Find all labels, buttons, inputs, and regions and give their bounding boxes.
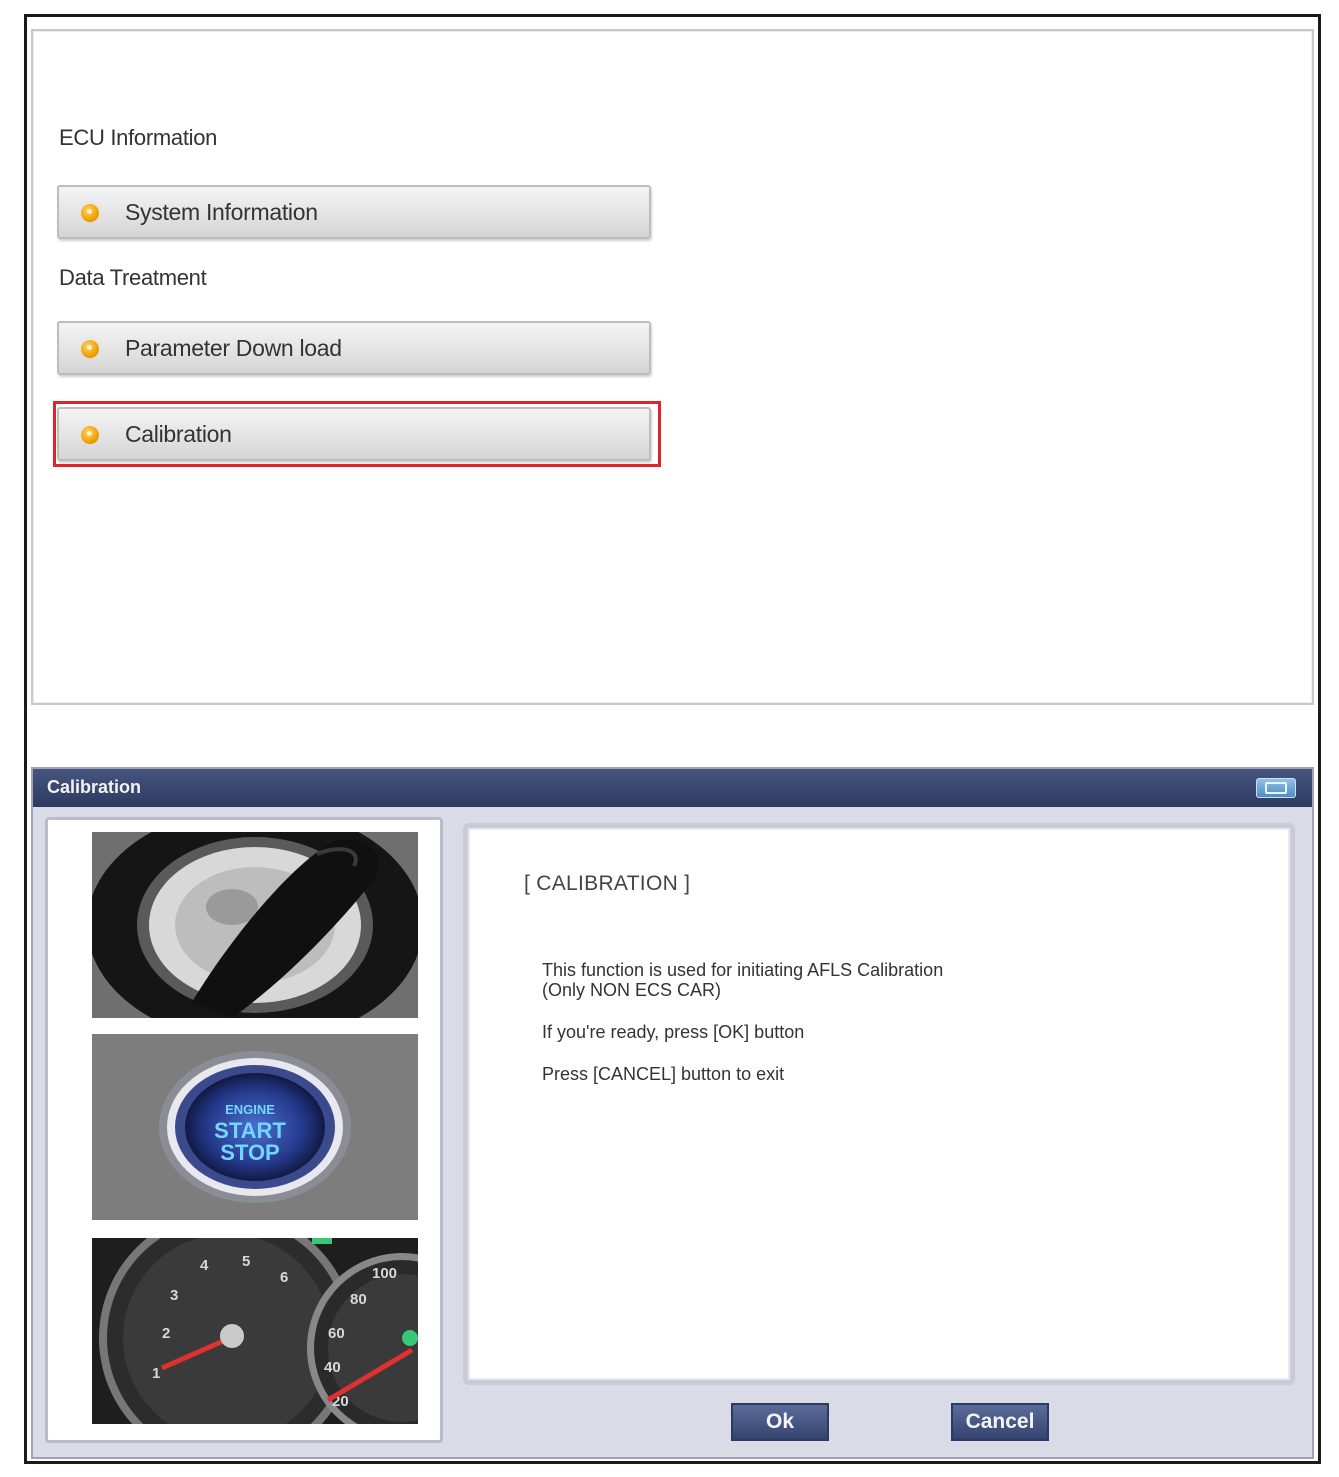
ignition-key-photo: [92, 832, 418, 1018]
svg-text:60: 60: [328, 1325, 345, 1342]
window-frame: ECU Information System Information Data …: [24, 14, 1321, 1464]
calibration-message-panel: [ CALIBRATION ] This function is used fo…: [463, 823, 1295, 1385]
orange-bullet-icon: [81, 204, 99, 222]
svg-text:4: 4: [200, 1257, 209, 1274]
system-information-button[interactable]: System Information: [57, 185, 651, 239]
orange-bullet-icon: [81, 340, 99, 358]
parameter-download-button[interactable]: Parameter Down load: [57, 321, 651, 375]
svg-text:5: 5: [242, 1253, 250, 1270]
calibration-heading: [ CALIBRATION ]: [524, 872, 691, 895]
parameter-download-label: Parameter Down load: [125, 335, 342, 361]
start-stop-button-photo: ENGINE START STOP: [92, 1034, 418, 1220]
message-line-1: This function is used for initiating AFL…: [542, 960, 944, 980]
dialog-titlebar: Calibration: [33, 769, 1312, 807]
window-restore-icon[interactable]: [1256, 778, 1296, 798]
dialog-title: Calibration: [47, 777, 142, 797]
svg-text:1: 1: [152, 1365, 160, 1382]
start-button-text-engine: ENGINE: [225, 1102, 275, 1117]
instrument-cluster-photo: 234 561 80 100 60 40 20: [92, 1238, 418, 1424]
ecu-information-heading: ECU Information: [59, 125, 218, 150]
message-line-2: (Only NON ECS CAR): [542, 980, 722, 1000]
start-button-text-stop: STOP: [220, 1140, 280, 1165]
data-treatment-heading: Data Treatment: [59, 265, 207, 290]
svg-text:3: 3: [170, 1287, 178, 1304]
cancel-button[interactable]: Cancel: [951, 1403, 1049, 1441]
message-line-3: If you're ready, press [OK] button: [542, 1022, 805, 1042]
svg-text:40: 40: [324, 1359, 341, 1376]
calibration-highlight-frame: [53, 401, 661, 467]
menu-panel: ECU Information System Information Data …: [31, 29, 1314, 705]
calibration-dialog: Calibration ENGINE START STOP 2 3 4 5 6 …: [31, 767, 1314, 1459]
svg-text:80: 80: [350, 1291, 367, 1308]
system-information-label: System Information: [125, 199, 318, 225]
svg-text:6: 6: [280, 1269, 288, 1286]
instruction-images-panel: ENGINE START STOP 2 3 4 5 6 1 80 100 60 40 2…: [45, 817, 443, 1443]
svg-text:2: 2: [162, 1325, 170, 1342]
svg-text:100: 100: [372, 1265, 397, 1282]
ok-button[interactable]: Ok: [731, 1403, 829, 1441]
message-line-4: Press [CANCEL] button to exit: [542, 1064, 785, 1084]
